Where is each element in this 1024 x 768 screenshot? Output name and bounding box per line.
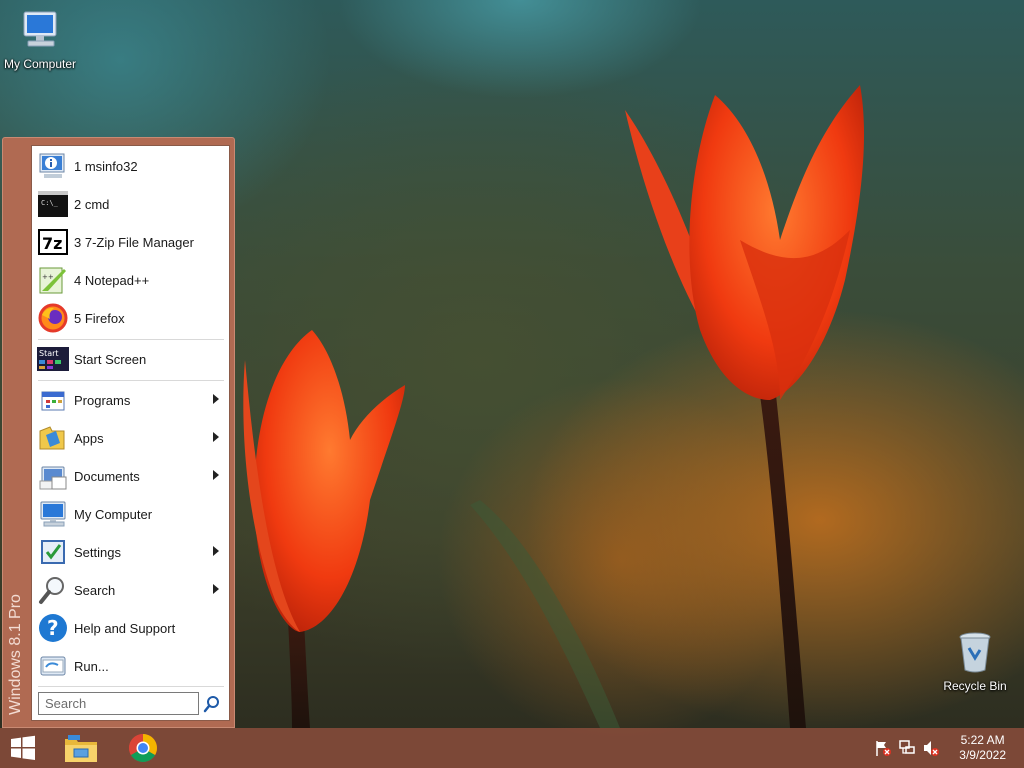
recent-item-7zip[interactable]: 7z 3 7-Zip File Manager [34,224,227,260]
submenu-arrow-icon [213,546,219,556]
notepad-plus-icon: ++ [37,264,69,296]
menu-item-label: 5 Firefox [74,310,125,326]
menu-item-label: Help and Support [74,620,176,636]
taskbar-file-explorer[interactable] [58,730,104,766]
start-search-input[interactable] [38,692,199,715]
menu-item-label: Documents [74,468,140,484]
submenu-arrow-icon [213,470,219,480]
menu-item-label: My Computer [74,506,153,522]
desktop-icon-label: My Computer [3,57,77,71]
recent-item-notepad-plus-plus[interactable]: ++ 4 Notepad++ [34,262,227,298]
menu-item-apps[interactable]: Apps [34,420,227,456]
firefox-icon [37,302,69,334]
desktop-icon-label: Recycle Bin [943,679,1007,693]
menu-item-documents[interactable]: Documents [34,458,227,494]
settings-icon [37,536,69,568]
desktop-icon-recycle-bin[interactable]: Recycle Bin [935,630,1015,693]
taskbar: 5:22 AM 3/9/2022 [0,728,1024,768]
cmd-icon: C:\_ [37,188,69,220]
menu-item-programs[interactable]: Programs [34,382,227,418]
recent-item-firefox[interactable]: 5 Firefox [34,300,227,336]
svg-text:++: ++ [42,273,54,281]
run-icon [37,650,69,682]
menu-item-help-and-support[interactable]: ? Help and Support [34,610,227,646]
action-center-flag-icon[interactable] [874,739,892,757]
menu-separator [38,380,224,381]
computer-icon [23,11,57,47]
info-icon [37,150,69,182]
os-edition-label: Windows 8.1 Pro [7,594,24,715]
computer-icon [37,498,69,530]
documents-icon [37,460,69,492]
taskbar-chrome[interactable] [120,730,166,766]
recent-item-cmd[interactable]: C:\_ 2 cmd [34,186,227,222]
menu-item-search[interactable]: Search [34,572,227,608]
recycle-bin-icon [959,632,991,673]
menu-item-label: Programs [74,392,131,408]
menu-item-label: 4 Notepad++ [74,272,150,288]
svg-text:?: ? [47,616,59,640]
programs-icon [37,384,69,416]
menu-item-label: Start Screen [74,351,147,367]
chrome-icon [129,734,157,762]
menu-item-label: 3 7-Zip File Manager [74,234,194,250]
clock-date: 3/9/2022 [959,748,1006,762]
menu-item-label: Apps [74,430,104,446]
search-icon[interactable] [202,694,222,714]
volume-muted-icon[interactable] [922,739,940,757]
start-button[interactable] [0,730,46,766]
menu-separator [38,339,224,340]
menu-item-run[interactable]: Run... [34,648,227,684]
network-icon[interactable] [898,739,916,757]
help-icon: ? [37,612,69,644]
taskbar-clock[interactable]: 5:22 AM 3/9/2022 [959,733,1006,763]
windows-logo-icon [11,735,35,760]
menu-item-my-computer[interactable]: My Computer [34,496,227,532]
file-explorer-icon [65,735,97,762]
start-screen-icon: Start [37,343,69,375]
menu-item-label: Settings [74,544,121,560]
menu-item-label: Search [74,582,116,598]
menu-item-settings[interactable]: Settings [34,534,227,570]
clock-time: 5:22 AM [960,733,1005,747]
start-menu-panel: 1 msinfo32 C:\_ 2 cmd 7z 3 7-Zip File Ma… [31,145,230,721]
menu-item-label: Run... [74,658,109,674]
search-icon [37,574,69,606]
menu-item-label: 1 msinfo32 [74,158,138,174]
svg-text:7z: 7z [42,234,62,253]
start-menu: Windows 8.1 Pro 1 msinfo32 C:\_ 2 cmd 7z… [2,137,235,728]
submenu-arrow-icon [213,584,219,594]
svg-text:C:\_: C:\_ [41,199,59,207]
recent-item-msinfo32[interactable]: 1 msinfo32 [34,148,227,184]
start-menu-side-banner: Windows 8.1 Pro [3,555,31,715]
menu-item-label: 2 cmd [74,196,110,212]
menu-separator [38,686,224,687]
start-screen-icon-text: Start [39,349,59,358]
start-screen-item[interactable]: Start Start Screen [34,341,227,377]
submenu-arrow-icon [213,432,219,442]
desktop-icon-my-computer[interactable]: My Computer [0,8,80,71]
7zip-icon: 7z [37,226,69,258]
submenu-arrow-icon [213,394,219,404]
apps-icon [37,422,69,454]
